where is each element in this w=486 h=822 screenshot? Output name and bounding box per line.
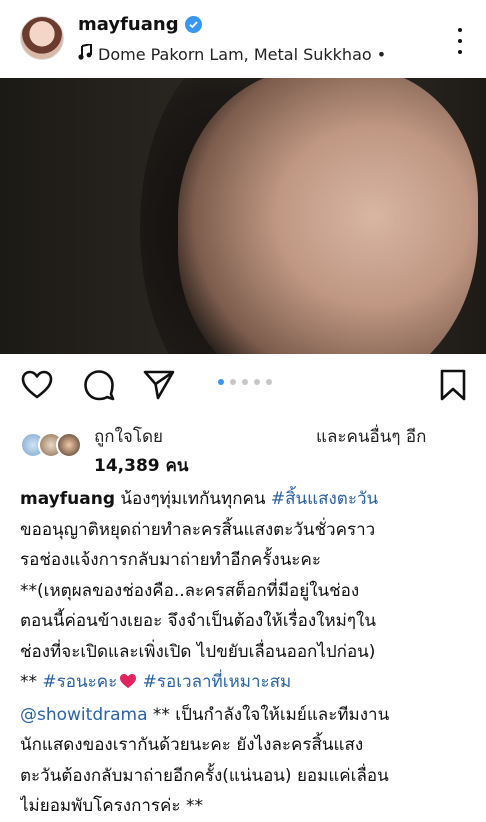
caption-text: ** (20, 672, 37, 692)
caption-line: @showitdrama ** เป็นกำลังใจให้เมย์และทีม… (20, 700, 472, 731)
carousel-dot (266, 379, 272, 385)
liked-others-label[interactable]: และคนอื่นๆ อีก (316, 423, 426, 450)
caption-line: ตะวันต้องกลับมาถ่ายอีกครั้ง(แน่นอน) ยอมแ… (20, 765, 389, 786)
caption-line: ช่องที่จะเปิดและเพิ่งเปิด ไปขยับเลื่อนออ… (20, 641, 376, 662)
caption-line: **(เหตุผลของช่องคือ..ละครสต็อกที่มีอยู่ใ… (20, 580, 360, 601)
verified-badge-icon (184, 16, 202, 33)
caption-line: mayfuang น้องๆทุ่มเทกันทุกคน #สิ้นแสงตะว… (20, 484, 472, 515)
music-info[interactable]: Dome Pakorn Lam, Metal Sukkhao • (78, 44, 448, 64)
hashtag-link[interactable]: #สิ้นแสงตะวัน (271, 489, 378, 509)
post-video[interactable] (0, 78, 486, 354)
hashtag-link[interactable]: #รอเวลาที่เหมาะสม (143, 672, 292, 692)
more-options-icon[interactable] (450, 28, 470, 54)
hashtag-link[interactable]: #รอนะคะ (42, 672, 117, 692)
post-header: mayfuang Dome Pakorn Lam, Metal Sukkhao … (0, 0, 486, 78)
liked-by-label: ถูกใจโดย (94, 427, 163, 447)
video-frame-face (178, 78, 478, 354)
music-label: Dome Pakorn Lam, Metal Sukkhao • (98, 44, 387, 64)
carousel-dot (230, 379, 236, 385)
post-username[interactable]: mayfuang (78, 14, 202, 35)
username-label[interactable]: mayfuang (78, 14, 179, 35)
caption-username[interactable]: mayfuang (20, 489, 115, 509)
caption-text: ** เป็นกำลังใจให้เมย์และทีมงาน (152, 704, 390, 725)
carousel-dot (218, 379, 224, 385)
post-caption: mayfuang น้องๆทุ่มเทกันทุกคน #สิ้นแสงตะว… (20, 484, 472, 822)
red-heart-icon (119, 669, 137, 700)
comment-icon[interactable] (82, 368, 116, 402)
carousel-dot (242, 379, 248, 385)
caption-line: ขออนุญาติหยุดถ่ายทำละครสิ้นแสงตะวันชั่วค… (20, 519, 376, 540)
avatar[interactable] (20, 16, 64, 60)
music-note-icon (78, 44, 92, 64)
caption-line: นักแสดงของเรากันด้วยนะคะ ยังไงละครสิ้นแส… (20, 735, 364, 755)
heart-icon[interactable] (20, 368, 54, 402)
carousel-dot (254, 379, 260, 385)
liker-avatar[interactable] (56, 432, 82, 458)
caption-line: ตอนนี้ค่อนข้างเยอะ จึงจำเป็นต้องให้เรื่อ… (20, 611, 376, 631)
bookmark-icon[interactable] (436, 368, 470, 402)
like-count[interactable]: 14,389 คน (94, 452, 189, 479)
mention-link[interactable]: @showitdrama (20, 705, 148, 725)
carousel-indicator (218, 379, 272, 385)
caption-text: น้องๆทุ่มเทกันทุกคน (120, 489, 266, 509)
post-actions (0, 360, 486, 410)
caption-line: ไม่ยอมพับโครงการค่ะ ** (20, 796, 203, 816)
caption-line: รอช่องแจ้งการกลับมาถ่ายทำอีกครั้งนะคะ (20, 550, 321, 570)
caption-line: ** #รอนะคะ #รอเวลาที่เหมาะสม (20, 667, 472, 700)
paper-plane-icon[interactable] (142, 368, 176, 402)
